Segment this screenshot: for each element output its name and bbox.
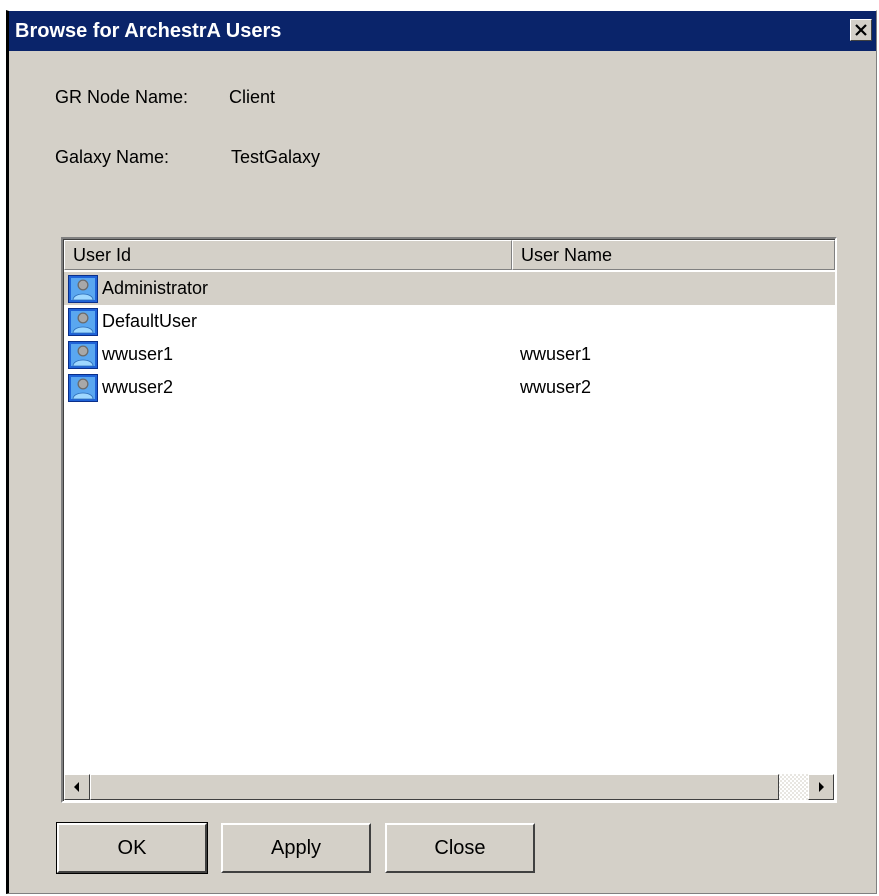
scroll-left-button[interactable] <box>64 774 90 800</box>
user-icon <box>68 274 98 303</box>
arrow-left-icon <box>74 782 79 792</box>
user-id-cell: wwuser1 <box>64 340 510 369</box>
column-header-user-name[interactable]: User Name <box>512 240 835 270</box>
user-id-cell: Administrator <box>64 274 510 303</box>
user-id-text: wwuser2 <box>102 377 174 397</box>
apply-button[interactable]: Apply <box>221 823 371 873</box>
arrow-right-icon <box>819 782 824 792</box>
galaxy-name-value: TestGalaxy <box>231 147 321 167</box>
user-id-cell: wwuser2 <box>64 373 510 402</box>
scroll-track[interactable] <box>90 774 808 800</box>
close-button[interactable]: Close <box>385 823 535 873</box>
user-name-cell: wwuser1 <box>520 344 592 364</box>
galaxy-name-label: Galaxy Name: <box>55 147 170 167</box>
user-icon <box>68 307 98 336</box>
user-id-cell: DefaultUser <box>64 307 510 336</box>
user-id-text: Administrator <box>102 278 209 298</box>
list-header: User Id User Name <box>64 240 835 270</box>
list-rows: Administrator DefaultUser wwuser1 wwuser1 ww… <box>64 272 835 404</box>
column-header-user-id[interactable]: User Id <box>64 240 512 270</box>
close-window-button[interactable] <box>850 19 872 41</box>
window-title: Browse for ArchestrA Users <box>15 20 282 42</box>
title-bar[interactable]: Browse for ArchestrA Users <box>9 11 876 51</box>
scroll-right-button[interactable] <box>808 774 834 800</box>
user-icon <box>68 373 98 402</box>
users-list[interactable]: User Id User Name Administrator DefaultUs… <box>61 237 837 803</box>
horizontal-scrollbar[interactable] <box>64 774 834 800</box>
user-icon <box>68 340 98 369</box>
close-icon <box>855 24 867 36</box>
table-row[interactable]: wwuser1 wwuser1 <box>64 338 835 371</box>
scroll-thumb[interactable] <box>90 774 780 800</box>
node-name-label: GR Node Name: <box>55 87 189 107</box>
table-row[interactable]: Administrator <box>64 272 835 305</box>
user-id-text: DefaultUser <box>102 311 198 331</box>
node-name-value: Client <box>229 87 276 107</box>
dialog-window: Browse for ArchestrA Users GR Node Name:… <box>6 10 877 894</box>
table-row[interactable]: wwuser2 wwuser2 <box>64 371 835 404</box>
user-name-cell: wwuser2 <box>520 377 592 397</box>
ok-button[interactable]: OK <box>56 822 208 874</box>
table-row[interactable]: DefaultUser <box>64 305 835 338</box>
user-id-text: wwuser1 <box>102 344 174 364</box>
